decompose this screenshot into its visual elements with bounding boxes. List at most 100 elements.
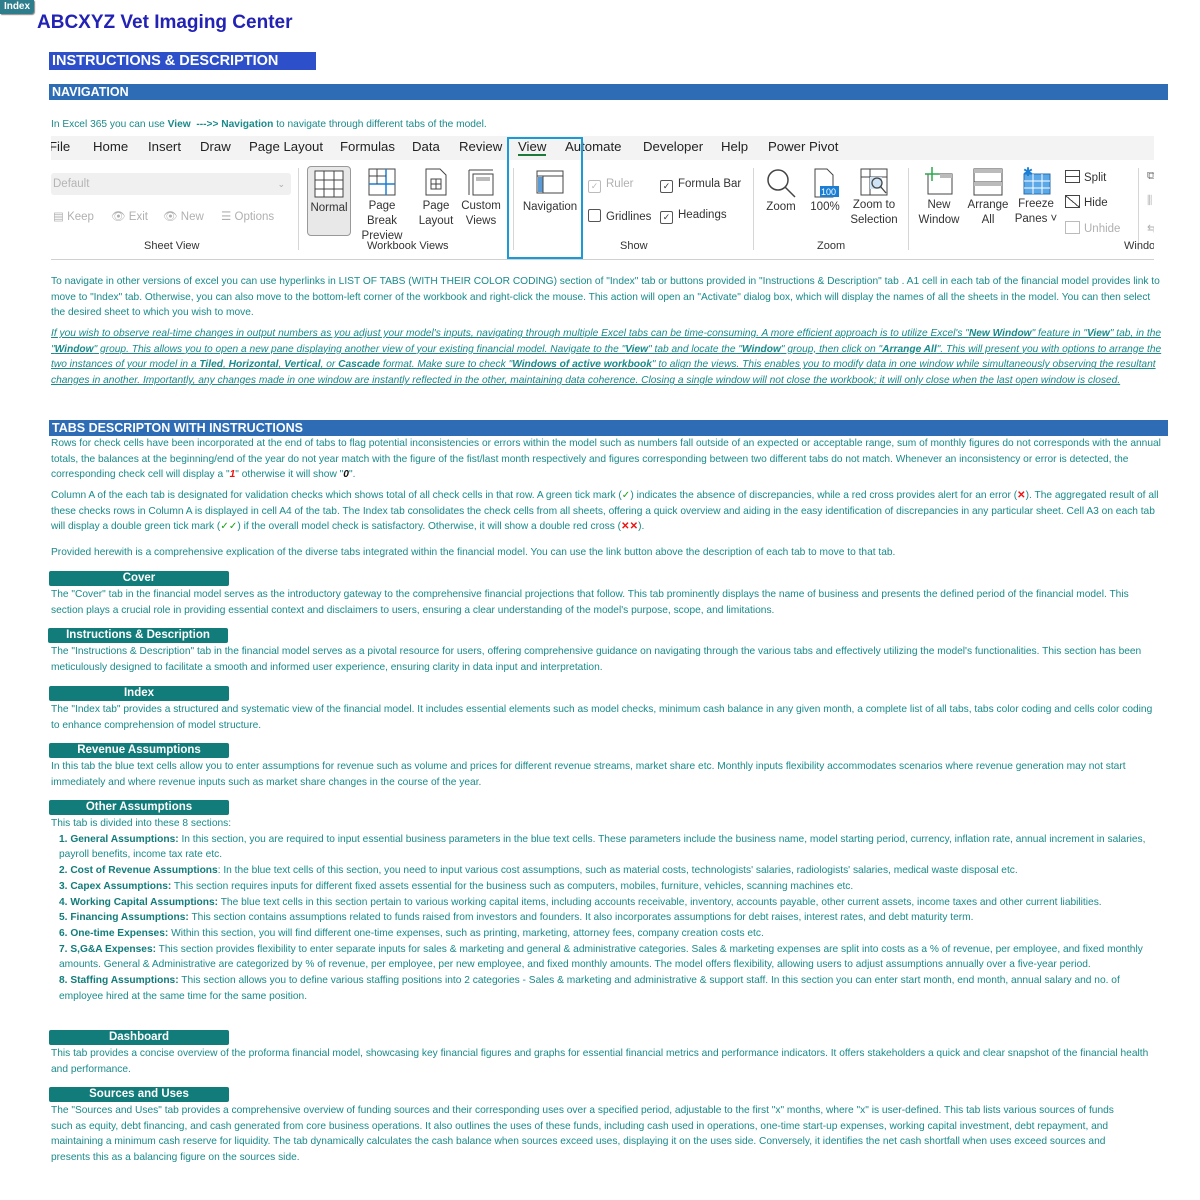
tab-link-index[interactable]: Index bbox=[49, 686, 229, 701]
ribbon-tab-insert[interactable]: Insert bbox=[148, 139, 181, 154]
custom-views-button[interactable]: Custom Views bbox=[459, 168, 503, 229]
reset-position-icon[interactable]: ⇆ bbox=[1147, 221, 1154, 235]
headings-checkbox[interactable]: ✓ Headings bbox=[660, 209, 727, 224]
para-text: If you wish to observe real-time changes… bbox=[51, 328, 969, 339]
exit-button[interactable]: 👁 Exit bbox=[111, 209, 148, 223]
group-separator bbox=[298, 168, 299, 250]
intro-text: In Excel 365 you can use bbox=[51, 119, 168, 130]
check-cells-paragraph: Rows for check cells have been incorpora… bbox=[51, 436, 1161, 483]
navigation-paragraph-1: To navigate in other versions of excel y… bbox=[51, 276, 1160, 319]
split-icon bbox=[1065, 170, 1080, 183]
unhide-icon bbox=[1065, 221, 1080, 234]
view-side-by-side-icon[interactable]: ⧉ bbox=[1147, 170, 1154, 183]
para-text: " feature in " bbox=[1031, 328, 1087, 339]
ribbon-tab-file[interactable]: File bbox=[51, 139, 70, 154]
svg-text:✱: ✱ bbox=[1023, 166, 1033, 179]
tab-link-dashboard[interactable]: Dashboard bbox=[49, 1030, 229, 1045]
ruler-checkbox[interactable]: ✓ Ruler bbox=[588, 178, 633, 193]
arrange-all-button[interactable]: Arrange All bbox=[965, 168, 1011, 228]
tab-link-cover[interactable]: Cover bbox=[49, 571, 229, 586]
ribbon-tab-developer[interactable]: Developer bbox=[643, 139, 703, 154]
page-break-icon bbox=[368, 168, 396, 196]
checkbox-checked-icon: ✓ bbox=[588, 180, 601, 193]
group-separator bbox=[908, 168, 909, 250]
new-window-icon bbox=[924, 166, 954, 196]
new-window-button[interactable]: New Window bbox=[914, 166, 964, 228]
section-title: 8. Staffing Assumptions: bbox=[59, 975, 179, 987]
unhide-button[interactable]: Unhide bbox=[1065, 221, 1120, 235]
gridlines-checkbox[interactable]: Gridlines bbox=[588, 209, 651, 223]
options-button[interactable]: ☰ Options bbox=[221, 209, 274, 223]
section-text: : In the blue text cells of this section… bbox=[217, 865, 1018, 877]
zoom-button[interactable]: Zoom bbox=[763, 168, 799, 215]
ribbon-tab-review[interactable]: Review bbox=[459, 139, 502, 154]
formula-bar-label: Formula Bar bbox=[678, 178, 742, 190]
ribbon-tab-formulas[interactable]: Formulas bbox=[340, 139, 395, 154]
split-label: Split bbox=[1084, 172, 1107, 184]
tab-link-revenue-assumptions[interactable]: Revenue Assumptions bbox=[49, 743, 229, 758]
page-layout-label-1: Page bbox=[422, 200, 450, 212]
new-sheet-view-button[interactable]: 👁 New bbox=[163, 209, 204, 223]
page-break-preview-button[interactable]: Page Break Preview bbox=[353, 168, 411, 244]
double-green-tick-icon: ✓✓ bbox=[220, 521, 238, 533]
ribbon-tab-help[interactable]: Help bbox=[721, 139, 748, 154]
unhide-label: Unhide bbox=[1084, 223, 1121, 235]
tab-link-instructions[interactable]: Instructions & Description bbox=[48, 628, 228, 643]
group-separator bbox=[1138, 168, 1139, 250]
red-cross-icon: ✕ bbox=[1017, 490, 1026, 501]
navigation-banner: NAVIGATION bbox=[49, 84, 1168, 100]
zoom-100-icon: 100 bbox=[811, 168, 839, 198]
sheet-view-select[interactable]: Default ⌄ bbox=[51, 173, 291, 195]
headings-label: Headings bbox=[678, 209, 727, 221]
navigation-intro: In Excel 365 you can use View --->> Navi… bbox=[51, 117, 487, 133]
other-assumptions-section-item: 2. Cost of Revenue Assumptions: In the b… bbox=[51, 863, 1161, 879]
section-title: 4. Working Capital Assumptions: bbox=[59, 896, 219, 908]
keep-button[interactable]: ▤ Keep bbox=[53, 209, 94, 223]
normal-view-button[interactable]: Normal bbox=[307, 166, 351, 236]
para-text: ". bbox=[348, 469, 356, 481]
tab-description-cover: The "Cover" tab in the financial model s… bbox=[51, 589, 1129, 616]
page-layout-label-2: Layout bbox=[418, 215, 454, 227]
ribbon-tab-power-pivot[interactable]: Power Pivot bbox=[768, 139, 838, 154]
page-banner: INSTRUCTIONS & DESCRIPTION bbox=[49, 52, 316, 70]
new-window-label-1: New bbox=[927, 199, 951, 211]
ribbon-tab-page-layout[interactable]: Page Layout bbox=[249, 139, 323, 154]
list-icon: ☰ bbox=[221, 211, 235, 223]
sync-scrolling-icon[interactable]: ⫼ bbox=[1147, 195, 1152, 208]
freeze-panes-label-1: Freeze bbox=[1018, 198, 1054, 210]
tab-link-sources-and-uses[interactable]: Sources and Uses bbox=[49, 1087, 229, 1102]
ribbon-tab-data[interactable]: Data bbox=[412, 139, 440, 154]
formula-bar-checkbox[interactable]: ✓ Formula Bar bbox=[660, 178, 741, 193]
index-link-button[interactable]: Index bbox=[0, 0, 34, 14]
checkbox-unchecked-icon bbox=[588, 209, 601, 222]
normal-label: Normal bbox=[310, 202, 348, 214]
ribbon-tab-draw[interactable]: Draw bbox=[200, 139, 231, 154]
tab-link-other-assumptions[interactable]: Other Assumptions bbox=[49, 800, 229, 815]
para-bold-window: Window bbox=[54, 343, 94, 355]
ribbon-tab-home[interactable]: Home bbox=[93, 139, 128, 154]
para-text: , or bbox=[320, 359, 339, 371]
group-label-window: Windo bbox=[1124, 240, 1154, 252]
section-text: This section provides flexibility to ent… bbox=[59, 943, 1143, 971]
section-text: Within this section, you will find diffe… bbox=[168, 927, 764, 939]
arrange-all-label-1: Arrange bbox=[967, 199, 1009, 211]
zoom-100-label: 100% bbox=[810, 201, 840, 213]
section-title: 6. One-time Expenses: bbox=[59, 927, 169, 939]
new-label: New bbox=[180, 211, 204, 223]
section-title: 7. S,G&A Expenses: bbox=[59, 943, 157, 955]
new-eye-icon: 👁 bbox=[163, 211, 181, 223]
freeze-panes-button[interactable]: ✱ Freeze Panes ˅ bbox=[1013, 166, 1059, 227]
zoom-to-selection-button[interactable]: Zoom to Selection bbox=[848, 168, 900, 228]
custom-views-label-2: Views bbox=[465, 215, 497, 227]
checkbox-checked-icon: ✓ bbox=[660, 180, 673, 193]
para-bold-window: Window bbox=[741, 343, 781, 355]
other-assumptions-section-item: 5. Financing Assumptions: This section c… bbox=[51, 910, 1161, 926]
navigation-highlight-box bbox=[507, 137, 583, 259]
custom-views-label-1: Custom bbox=[461, 200, 501, 212]
zoom-100-button[interactable]: 100 100% bbox=[807, 168, 843, 215]
split-button[interactable]: Split bbox=[1065, 170, 1106, 184]
para-text: ). bbox=[638, 521, 645, 533]
hide-button[interactable]: Hide bbox=[1065, 195, 1108, 209]
ruler-label: Ruler bbox=[606, 178, 634, 190]
page-layout-view-button[interactable]: Page Layout bbox=[418, 168, 454, 229]
